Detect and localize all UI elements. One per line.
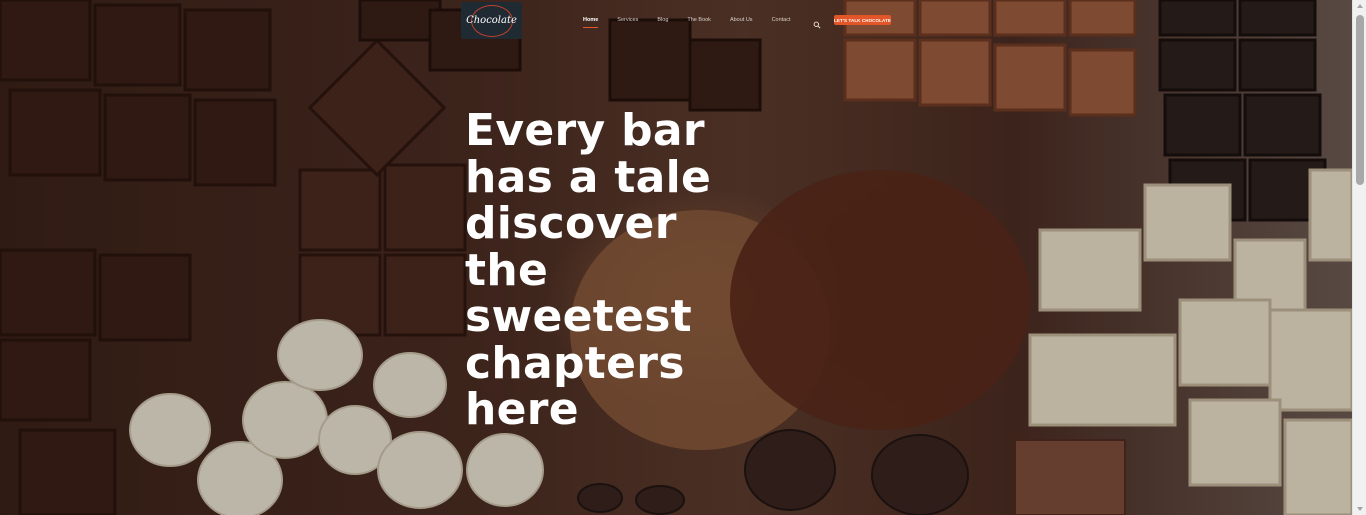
headline-line: sweetest	[465, 291, 693, 342]
logo-badge: Chocolate	[466, 4, 517, 37]
nav-item-the-book[interactable]: The Book	[687, 17, 711, 23]
search-button[interactable]	[813, 16, 821, 29]
headline-line: Every bar	[465, 105, 705, 156]
nav-item-blog[interactable]: Blog	[657, 17, 668, 23]
scroll-down-icon[interactable]	[1357, 507, 1363, 511]
nav-item-contact[interactable]: Contact	[772, 17, 791, 23]
main-nav: Home Services Blog The Book About Us Con…	[583, 17, 810, 28]
cta-button[interactable]: LET'S TALK CHOCOLATE	[834, 15, 891, 25]
scrollbar-thumb[interactable]	[1356, 15, 1364, 185]
nav-item-about-us[interactable]: About Us	[730, 17, 753, 23]
headline-line: has a tale	[465, 151, 712, 203]
page-scrollbar[interactable]	[1352, 0, 1366, 515]
headline-line: chapters	[465, 337, 685, 389]
nav-item-home[interactable]: Home	[583, 17, 599, 28]
site-logo[interactable]: Chocolate	[461, 2, 522, 39]
headline-line: the	[465, 244, 549, 296]
nav-item-services[interactable]: Services	[617, 17, 638, 23]
search-icon	[813, 21, 821, 29]
headline-line: discover	[465, 198, 677, 249]
site-header: Chocolate Home Services Blog The Book Ab…	[0, 0, 1352, 40]
scroll-up-icon[interactable]	[1357, 4, 1363, 8]
headline-line: here	[465, 384, 579, 435]
logo-text: Chocolate	[466, 15, 517, 26]
hero-headline: Every bar has a tale discover the sweete…	[465, 105, 725, 435]
